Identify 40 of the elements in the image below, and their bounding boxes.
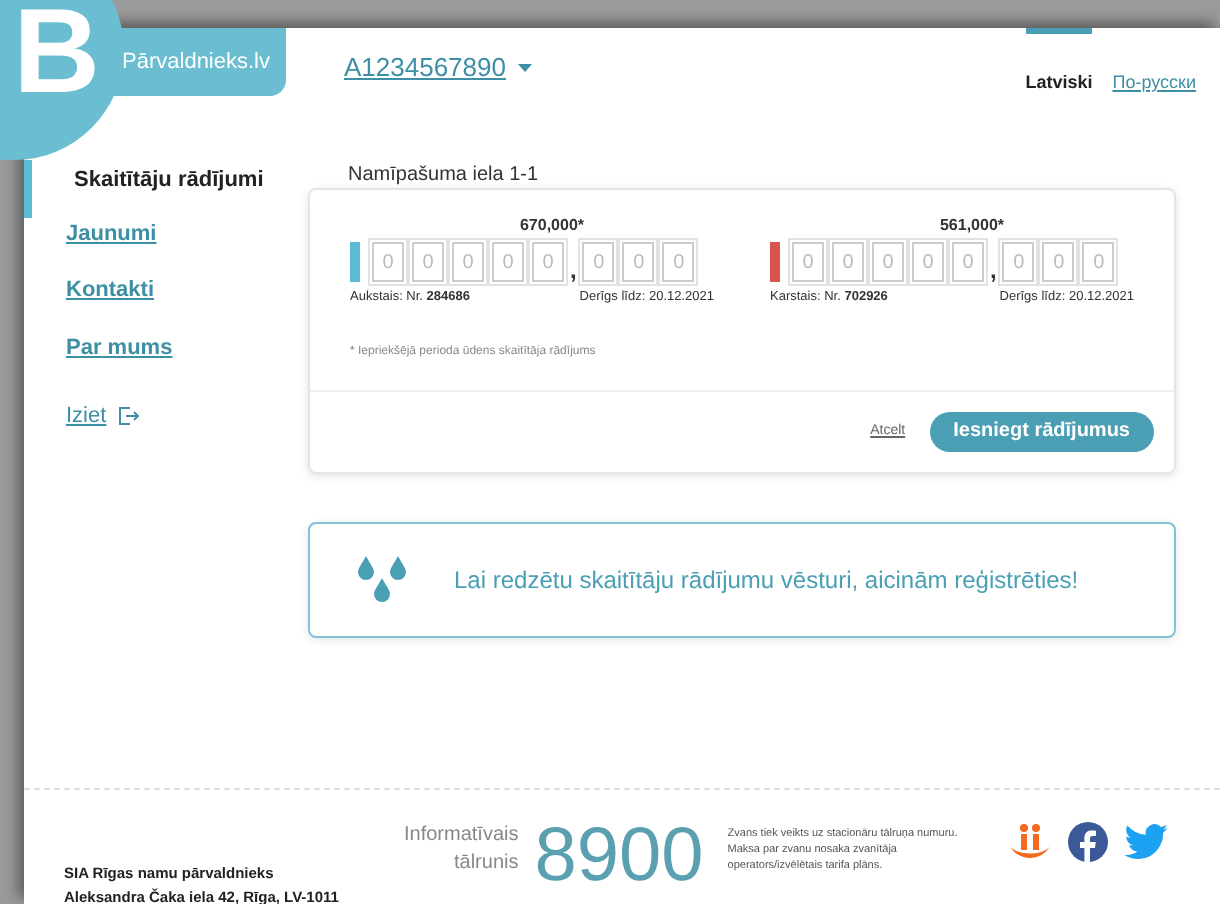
digit-field[interactable]: 0 (662, 242, 695, 282)
notice-text: Lai redzētu skaitītāju rādījumu vēsturi, aicinām reģistrēties! (454, 563, 1079, 598)
digit-field[interactable]: 0 (1082, 242, 1115, 282)
digit-field[interactable]: 0 (872, 242, 904, 282)
sidebar-item[interactable]: Kontakti (66, 278, 154, 302)
digit-field[interactable]: 0 (912, 242, 944, 282)
digit-field[interactable]: 0 (832, 242, 864, 282)
facebook-icon[interactable] (1067, 822, 1108, 862)
logout-link[interactable]: Iziet (66, 400, 107, 433)
digit-field[interactable]: 0 (412, 242, 444, 282)
previous-reading: 670,000* (517, 214, 587, 238)
digit-field[interactable]: 0 (532, 242, 564, 282)
sidebar-item[interactable]: Skaitītāju rādījumi (74, 168, 264, 192)
submit-button[interactable]: Iesniegt rādījumus (929, 411, 1154, 452)
people-logo-icon[interactable] (1007, 822, 1052, 862)
address-title: Namīpašuma iela 1-1 (348, 162, 541, 188)
phone-number[interactable]: 8900 (534, 818, 704, 894)
sidebar-item[interactable]: Jaunumi (66, 221, 157, 245)
decimal-separator: , (570, 258, 577, 282)
digit-field[interactable]: 0 (372, 242, 404, 282)
digit-field[interactable]: 0 (452, 242, 484, 282)
phone-label: tālrunis (454, 850, 519, 878)
phone-label: Informatīvais (404, 822, 519, 850)
digit-field[interactable]: 0 (792, 242, 824, 282)
twitter-icon[interactable] (1123, 824, 1168, 860)
digit-field[interactable]: 0 (622, 242, 655, 282)
sidebar-item[interactable]: Par mums (66, 335, 173, 359)
digit-field[interactable]: 0 (952, 242, 984, 282)
account-link[interactable]: A1234567890 (344, 48, 506, 87)
digit-field[interactable]: 0 (1042, 242, 1075, 282)
digit-field[interactable]: 0 (582, 242, 615, 282)
logout-icon[interactable] (118, 406, 141, 427)
language-link[interactable]: По-русски (1112, 28, 1196, 97)
digit-field[interactable]: 0 (492, 242, 524, 282)
water-drops-icon (358, 553, 406, 606)
language-link[interactable]: Latviski (1025, 28, 1093, 97)
digit-field[interactable]: 0 (1002, 242, 1035, 282)
previous-reading: 561,000* (937, 214, 1007, 238)
caret-icon[interactable] (517, 63, 532, 72)
decimal-separator: , (990, 258, 997, 282)
